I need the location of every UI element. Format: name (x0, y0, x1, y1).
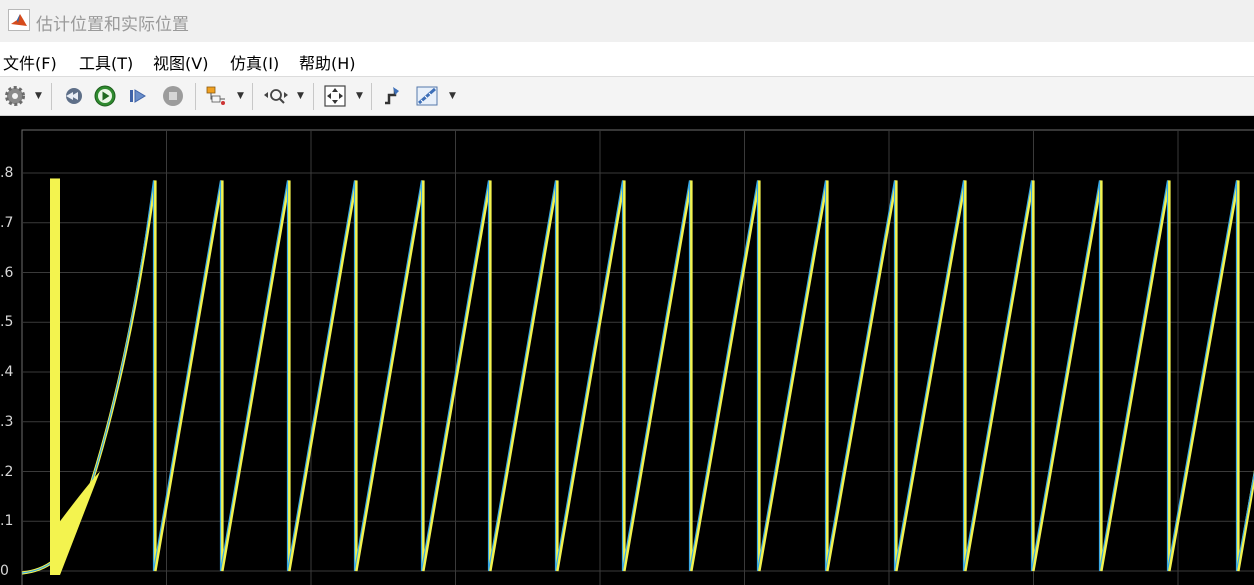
menu-help[interactable]: 帮助(H) (299, 50, 356, 74)
step-forward-icon[interactable] (125, 82, 151, 110)
startup-oscillation-burst (50, 178, 60, 575)
run-icon[interactable] (92, 82, 118, 110)
zoom-icon[interactable] (260, 82, 290, 110)
menu-view[interactable]: 视图(V) (153, 50, 208, 74)
toolbar-separator (195, 83, 196, 110)
window-title: 估计位置和实际位置 (36, 15, 189, 35)
settings-dropdown-icon[interactable]: ▼ (35, 91, 42, 101)
signal-select-icon[interactable] (203, 82, 229, 110)
zoom-dropdown-icon[interactable]: ▼ (297, 91, 304, 101)
toolbar-separator (371, 83, 372, 110)
measure-dropdown-icon[interactable]: ▼ (449, 91, 456, 101)
menu-simulation[interactable]: 仿真(I) (230, 50, 279, 74)
stop-icon[interactable] (160, 82, 186, 110)
toolbar-separator (313, 83, 314, 110)
toolbar-separator (252, 83, 253, 110)
menu-tools[interactable]: 工具(T) (79, 50, 133, 74)
step-back-icon[interactable] (59, 82, 85, 110)
scope-plot-area[interactable]: .8.7.6.5.4.3.2.1 0 (0, 116, 1254, 585)
menu-file[interactable]: 文件(F) (3, 50, 57, 74)
fit-dropdown-icon[interactable]: ▼ (356, 91, 363, 101)
window-titlebar: 估计位置和实际位置 (0, 0, 1254, 42)
measure-icon[interactable] (413, 82, 443, 110)
toolbar-separator (51, 83, 52, 110)
fit-view-icon[interactable] (320, 82, 350, 110)
style-icon[interactable] (378, 82, 406, 110)
matlab-logo-icon (8, 9, 30, 31)
scope-plot (21, 129, 1254, 585)
signal-dropdown-icon[interactable]: ▼ (237, 91, 244, 101)
menu-bar: 文件(F) 工具(T) 视图(V) 仿真(I) 帮助(H) (0, 42, 1254, 76)
settings-gear-icon[interactable] (2, 82, 28, 110)
toolbar: ▼ ▼ ▼ ▼ ▼ (0, 76, 1254, 116)
